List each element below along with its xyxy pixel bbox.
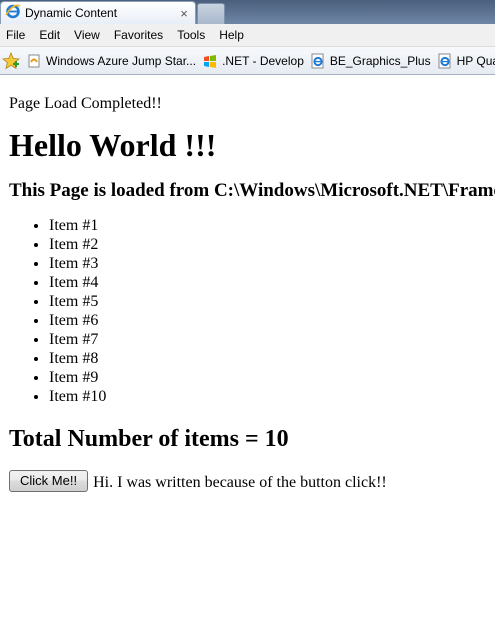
ie-page-icon — [310, 53, 326, 69]
click-me-button[interactable]: Click Me!! — [9, 469, 89, 492]
item-total-heading: Total Number of items = 10 — [9, 426, 289, 452]
favorite-label: HP Quali — [456, 53, 495, 68]
list-item: Item #8 — [49, 349, 495, 368]
list-item: Item #3 — [49, 254, 495, 273]
list-item: Item #7 — [49, 330, 495, 349]
menu-edit[interactable]: Edit — [32, 24, 67, 46]
button-click-message: Hi. I was written because of the button … — [93, 474, 387, 491]
list-item: Item #5 — [49, 292, 495, 311]
page-load-status: Page Load Completed!! — [9, 95, 162, 112]
favorite-link-be-graphics[interactable]: BE_Graphics_Plus — [310, 53, 431, 69]
close-tab-icon[interactable]: × — [176, 6, 192, 21]
page-heading: Hello World !!! — [9, 127, 217, 163]
ie-page-icon — [437, 53, 453, 69]
menu-favorites[interactable]: Favorites — [107, 24, 170, 46]
tab-title: Dynamic Content — [25, 6, 118, 20]
button-row: Click Me!! Hi. I was written because of … — [9, 469, 495, 492]
favorite-link-hp-quality[interactable]: HP Quali — [437, 53, 495, 69]
list-item: Item #1 — [49, 216, 495, 235]
menu-tools[interactable]: Tools — [170, 24, 212, 46]
favorite-label: BE_Graphics_Plus — [329, 53, 431, 68]
item-list: Item #1 Item #2 Item #3 Item #4 Item #5 … — [9, 216, 495, 406]
page-source-subheading: This Page is loaded from C:\Windows\Micr… — [9, 180, 495, 201]
tab-strip: Dynamic Content × — [0, 0, 495, 24]
windows-flag-icon — [202, 53, 218, 69]
favorite-link-dotnet[interactable]: .NET - Develop — [202, 53, 304, 69]
favorite-link-azure[interactable]: Windows Azure Jump Star... — [26, 53, 196, 69]
list-item: Item #10 — [49, 387, 495, 406]
browser-tab[interactable]: Dynamic Content × — [0, 1, 196, 24]
favorites-bar: Windows Azure Jump Star... .NET - Develo… — [0, 47, 495, 75]
list-item: Item #9 — [49, 368, 495, 387]
list-item: Item #6 — [49, 311, 495, 330]
list-item: Item #2 — [49, 235, 495, 254]
favorite-label: Windows Azure Jump Star... — [46, 53, 197, 68]
favorite-label: .NET - Develop — [222, 53, 304, 68]
menu-file[interactable]: File — [0, 24, 32, 46]
menu-help[interactable]: Help — [212, 24, 251, 46]
page-content: Page Load Completed!! Hello World !!! Th… — [0, 77, 495, 634]
azure-page-icon — [26, 53, 42, 69]
new-tab-button[interactable] — [197, 3, 225, 24]
menu-bar: File Edit View Favorites Tools Help — [0, 24, 495, 47]
list-item: Item #4 — [49, 273, 495, 292]
ie-logo-icon — [5, 3, 21, 24]
favorites-star-icon[interactable] — [2, 51, 20, 70]
menu-view[interactable]: View — [67, 24, 107, 46]
